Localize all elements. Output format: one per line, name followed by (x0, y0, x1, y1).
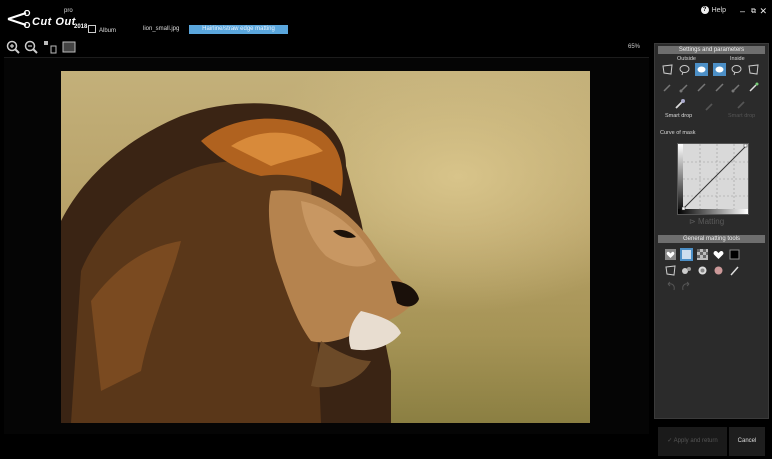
logo-brand: Cut Out (32, 16, 76, 28)
pipette-icon[interactable] (703, 99, 716, 112)
redo-icon[interactable] (680, 280, 693, 293)
inside-brush-icon[interactable] (713, 63, 726, 76)
general-tools-header: General matting tools (658, 235, 765, 243)
marker-tool-icon[interactable] (730, 81, 743, 94)
wand-tool-icon[interactable] (661, 81, 674, 94)
pencil-tool-icon[interactable] (713, 81, 726, 94)
blur-icon[interactable] (696, 264, 709, 277)
smart-drop-icon[interactable] (673, 97, 686, 110)
brush-icon[interactable] (728, 264, 741, 277)
smooth-icon[interactable] (680, 264, 693, 277)
undo-icon[interactable] (664, 280, 677, 293)
zoom-out-icon[interactable] (24, 40, 38, 54)
inside-lasso-icon[interactable] (730, 63, 743, 76)
play-icon: ⊳ (689, 217, 696, 226)
eraser-tool-icon[interactable] (678, 81, 691, 94)
close-button[interactable]: ✕ (759, 6, 767, 17)
tab-album-label: Album (99, 28, 117, 34)
zoom-in-icon[interactable] (6, 40, 20, 54)
transform-icon[interactable] (664, 264, 677, 277)
canvas-area[interactable] (4, 57, 649, 434)
cancel-button[interactable]: Cancel (729, 427, 765, 456)
mask-curve-graph[interactable] (677, 143, 749, 215)
maximize-button[interactable]: ⧉ (751, 8, 756, 16)
outside-polygon-lasso-icon[interactable] (661, 63, 674, 76)
settings-panel: Settings and parameters Outside Inside S… (654, 43, 769, 419)
logo-pro: pro (64, 8, 73, 14)
album-icon (88, 25, 96, 33)
checker-fill-icon[interactable] (680, 248, 693, 261)
color-icon[interactable] (712, 264, 725, 277)
outside-lasso-icon[interactable] (678, 63, 691, 76)
outside-label: Outside (677, 56, 696, 62)
apply-label: Apply and return (673, 438, 718, 444)
curve-plot (678, 143, 748, 214)
scissors-logo-icon (7, 10, 31, 28)
apply-icon: ✓ (667, 438, 673, 444)
tab-matting[interactable]: Hairline/straw edge matting (189, 25, 288, 34)
apply-and-return-button[interactable]: ✓ Apply and return (658, 427, 727, 456)
smart-drop-right-icon[interactable] (735, 97, 748, 110)
outside-brush-icon[interactable] (695, 63, 708, 76)
minimize-button[interactable]: – (740, 6, 745, 16)
lion-photo[interactable] (61, 71, 590, 423)
actual-size-icon[interactable] (62, 40, 76, 54)
fit-to-window-icon[interactable] (43, 40, 57, 54)
magic-brush-icon[interactable] (747, 81, 760, 94)
pen-tool-icon[interactable] (695, 81, 708, 94)
heart-fill-icon[interactable] (664, 248, 677, 261)
app-logo: Cut Out pro 2018 (6, 6, 88, 32)
inside-label: Inside (730, 56, 745, 62)
checker-pattern-icon[interactable] (696, 248, 709, 261)
matting-label: Matting (697, 217, 725, 226)
heart-icon[interactable] (712, 248, 725, 261)
smart-drop-label: Smart drop (665, 113, 693, 119)
help-button[interactable]: ? Help (700, 6, 726, 14)
inside-polygon-lasso-icon[interactable] (747, 63, 760, 76)
tab-album[interactable]: Album (88, 25, 116, 34)
logo-year: 2018 (74, 24, 88, 30)
curve-label: Curve of mask (660, 130, 696, 136)
black-fill-icon[interactable] (728, 248, 741, 261)
help-label: Help (711, 6, 726, 14)
matting-button[interactable]: ⊳ Matting (689, 217, 724, 226)
help-icon: ? (700, 6, 709, 14)
lion-illustration (61, 103, 419, 423)
smart-drop-right-label: Smart drop (728, 113, 756, 119)
tab-file[interactable]: lion_small.jpg (143, 25, 179, 34)
zoom-level: 65% (627, 44, 640, 50)
settings-header: Settings and parameters (658, 46, 765, 54)
